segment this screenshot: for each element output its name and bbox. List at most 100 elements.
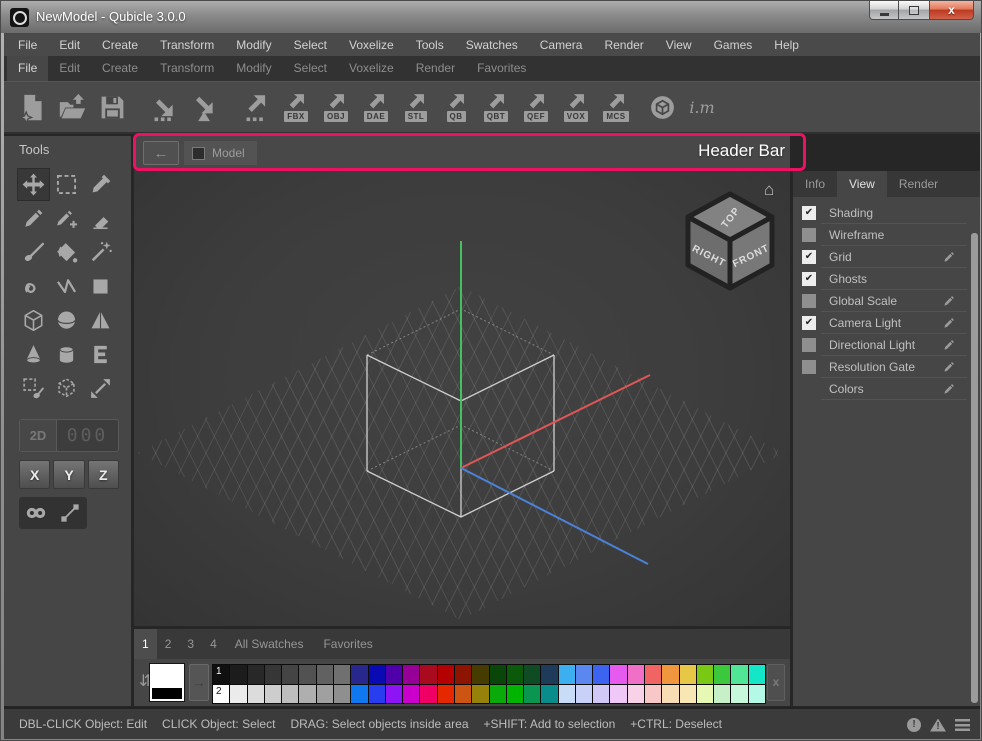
swatch-cell[interactable] bbox=[299, 665, 315, 684]
tool-extrude[interactable] bbox=[85, 339, 116, 370]
swatch-cell[interactable] bbox=[403, 685, 419, 704]
swatch-cell[interactable]: 1 bbox=[213, 665, 229, 684]
home-icon[interactable]: ⌂ bbox=[764, 182, 782, 198]
menu-select[interactable]: Select bbox=[283, 38, 338, 52]
swatch-cell[interactable] bbox=[455, 665, 471, 684]
swatch-tab-2[interactable]: 2 bbox=[157, 629, 180, 659]
toolbar-export-stl-button[interactable]: STL bbox=[396, 84, 436, 130]
swatch-cell[interactable] bbox=[230, 665, 246, 684]
swatch-cell[interactable] bbox=[282, 665, 298, 684]
menu-render[interactable]: Render bbox=[593, 38, 654, 52]
swatch-cell[interactable] bbox=[248, 665, 264, 684]
toolbar-export-obj-button[interactable]: OBJ bbox=[316, 84, 356, 130]
tool-pyramid[interactable] bbox=[85, 305, 116, 336]
toolbar-sketchfab-button[interactable] bbox=[642, 84, 682, 130]
toolbar-new-model-button[interactable] bbox=[12, 84, 52, 130]
tool-sphere[interactable] bbox=[51, 305, 82, 336]
swatch-cell[interactable] bbox=[230, 685, 246, 704]
menu-create[interactable]: Create bbox=[91, 38, 149, 52]
swatch-cell[interactable] bbox=[680, 665, 696, 684]
swatch-cell[interactable] bbox=[334, 665, 350, 684]
swatch-cell[interactable] bbox=[645, 665, 661, 684]
ribbon-tab-edit[interactable]: Edit bbox=[48, 56, 91, 81]
toolbar-import-mesh-button[interactable] bbox=[184, 84, 224, 130]
swatch-cell[interactable] bbox=[265, 685, 281, 704]
title-bar[interactable]: NewModel - Qubicle 3.0.0 x bbox=[1, 1, 981, 33]
tool-eraser[interactable] bbox=[85, 203, 116, 234]
tool-rect-select[interactable] bbox=[51, 169, 82, 200]
swatch-cell[interactable] bbox=[610, 685, 626, 704]
tool-cone[interactable] bbox=[18, 339, 49, 370]
swatch-cell[interactable] bbox=[593, 665, 609, 684]
model-tab[interactable]: Model bbox=[184, 141, 257, 165]
tool-rectangle[interactable] bbox=[85, 271, 116, 302]
close-button[interactable]: x bbox=[929, 1, 974, 20]
tool-select-volume[interactable] bbox=[51, 373, 82, 404]
menu-modify[interactable]: Modify bbox=[225, 38, 282, 52]
swatch-cell[interactable] bbox=[576, 665, 592, 684]
swatch-cell[interactable] bbox=[317, 685, 333, 704]
mode-2d-button[interactable]: 2D bbox=[20, 420, 57, 451]
swatch-tab-1[interactable]: 1 bbox=[134, 629, 157, 659]
swatch-cell[interactable] bbox=[541, 665, 557, 684]
checkbox-ghosts[interactable]: ✔ bbox=[802, 272, 816, 286]
view-option-shading[interactable]: ✔Shading bbox=[793, 202, 969, 224]
swatch-tab-all-swatches[interactable]: All Swatches bbox=[225, 629, 314, 659]
swatch-cell[interactable] bbox=[662, 665, 678, 684]
tool-mask-button[interactable] bbox=[19, 497, 53, 529]
edit-grid-button[interactable] bbox=[942, 250, 956, 264]
toolbar-open-button[interactable] bbox=[52, 84, 92, 130]
panel-tab-info[interactable]: Info bbox=[793, 171, 837, 197]
panel-tab-render[interactable]: Render bbox=[887, 171, 950, 197]
toolbar-save-button[interactable] bbox=[92, 84, 132, 130]
tool-select-paint[interactable] bbox=[18, 373, 49, 404]
current-color-swatch[interactable] bbox=[149, 663, 185, 702]
ribbon-tab-select[interactable]: Select bbox=[283, 56, 338, 81]
back-button[interactable]: ← bbox=[143, 141, 179, 165]
swatch-cell[interactable] bbox=[420, 665, 436, 684]
view-option-directional-light[interactable]: Directional Light bbox=[793, 334, 969, 356]
swatch-cell[interactable] bbox=[645, 685, 661, 704]
swatch-tab-4[interactable]: 4 bbox=[202, 629, 225, 659]
swatch-cell[interactable] bbox=[386, 665, 402, 684]
swatch-cell[interactable] bbox=[559, 665, 575, 684]
apply-color-button[interactable]: → bbox=[189, 664, 209, 701]
menu-games[interactable]: Games bbox=[703, 38, 764, 52]
secondary-color-swatch[interactable] bbox=[151, 687, 183, 700]
menu-view[interactable]: View bbox=[655, 38, 703, 52]
viewport-3d[interactable]: TOP RIGHT FRONT ⌂ bbox=[134, 170, 790, 626]
tool-mirror-line-button[interactable] bbox=[53, 497, 87, 529]
edit-global-scale-button[interactable] bbox=[942, 294, 956, 308]
swatch-cell[interactable] bbox=[455, 685, 471, 704]
swatch-cell[interactable] bbox=[351, 665, 367, 684]
checkbox-shading[interactable]: ✔ bbox=[802, 206, 816, 220]
swatch-cell[interactable] bbox=[438, 685, 454, 704]
swatch-cell[interactable] bbox=[386, 685, 402, 704]
ribbon-tab-create[interactable]: Create bbox=[91, 56, 149, 81]
view-option-resolution-gate[interactable]: Resolution Gate bbox=[793, 356, 969, 378]
menu-transform[interactable]: Transform bbox=[149, 38, 225, 52]
tool-pencil[interactable] bbox=[18, 203, 49, 234]
tool-resize[interactable] bbox=[85, 373, 116, 404]
menu-edit[interactable]: Edit bbox=[48, 38, 91, 52]
toolbar-export-qbt-button[interactable]: QBT bbox=[476, 84, 516, 130]
tool-cylinder[interactable] bbox=[51, 339, 82, 370]
tool-freehand[interactable] bbox=[18, 271, 49, 302]
toolbar-export-vox-button[interactable]: VOX bbox=[556, 84, 596, 130]
tool-brush[interactable] bbox=[18, 237, 49, 268]
swatch-cell[interactable] bbox=[628, 665, 644, 684]
tool-magic-wand[interactable] bbox=[85, 237, 116, 268]
swatch-cell[interactable] bbox=[628, 685, 644, 704]
swatch-cell[interactable] bbox=[697, 685, 713, 704]
ribbon-tab-voxelize[interactable]: Voxelize bbox=[338, 56, 405, 81]
checkbox-resolution-gate[interactable] bbox=[802, 360, 816, 374]
checkbox-camera-light[interactable]: ✔ bbox=[802, 316, 816, 330]
menu-camera[interactable]: Camera bbox=[529, 38, 594, 52]
swatch-cell[interactable] bbox=[610, 665, 626, 684]
edit-resolution-gate-button[interactable] bbox=[942, 360, 956, 374]
tool-color-picker[interactable] bbox=[85, 169, 116, 200]
swatch-cell[interactable] bbox=[438, 665, 454, 684]
edit-colors-button[interactable] bbox=[942, 382, 956, 396]
menu-file[interactable]: File bbox=[7, 38, 48, 52]
swatch-cell[interactable] bbox=[490, 665, 506, 684]
